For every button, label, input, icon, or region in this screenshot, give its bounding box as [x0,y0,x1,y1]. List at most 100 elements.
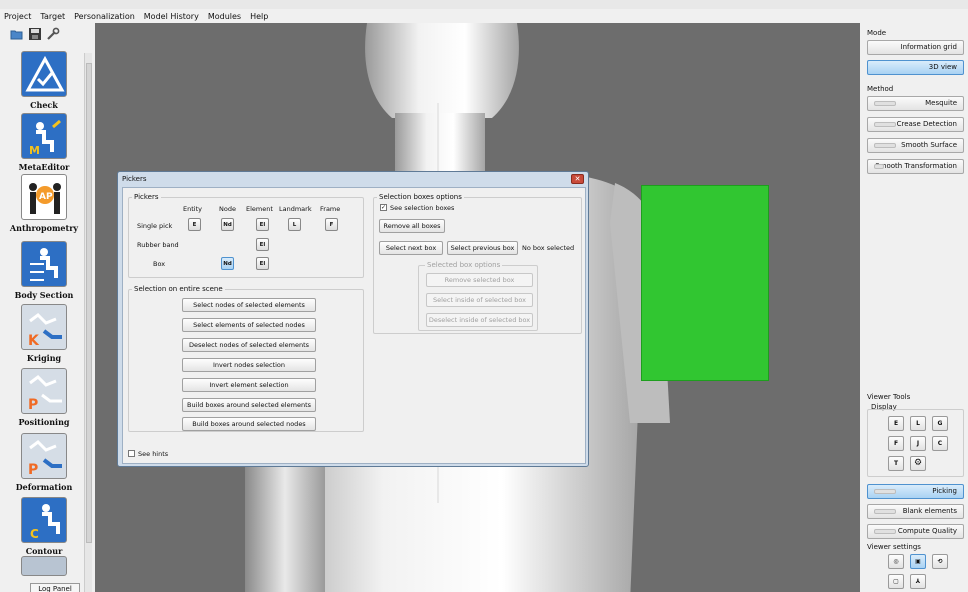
mesquite-label: Mesquite [925,99,957,107]
build-boxes-nodes-button[interactable]: Build boxes around selected nodes [182,417,316,431]
group-title: Selected box options [425,261,503,269]
menu-target[interactable]: Target [40,12,65,21]
module-contour[interactable]: C Contour [4,497,84,556]
camera-settings-icon[interactable]: ◎ [888,554,904,569]
display-landmark-button[interactable]: L [910,416,926,431]
display-joint-button[interactable]: J [910,436,926,451]
select-next-box-button[interactable]: Select next box [379,241,443,255]
module-kriging[interactable]: K Kriging [4,304,84,363]
information-grid-button[interactable]: Information grid [867,40,964,55]
smooth-transformation-button[interactable]: Smooth Transformation [867,159,964,174]
viewer-tools-label: Viewer Tools [867,393,911,401]
see-boxes-checkbox[interactable]: ✓ [380,204,387,211]
log-panel-button[interactable]: Log Panel [30,583,80,592]
smooth-surface-label: Smooth Surface [901,141,957,149]
mesquite-button[interactable]: Mesquite [867,96,964,111]
close-icon[interactable]: ✕ [571,174,584,184]
window-top-strip [0,0,968,9]
compute-quality-button[interactable]: Compute Quality [867,524,964,539]
deselect-nodes-of-elements-button[interactable]: Deselect nodes of selected elements [182,338,316,352]
select-inside-box-button[interactable]: Select inside of selected box [426,293,533,307]
toggle-indicator [874,122,896,127]
reset-view-icon[interactable]: ⟲ [932,554,948,569]
display-frame-button[interactable]: F [888,436,904,451]
single-pick-frame-icon[interactable]: F [325,218,338,231]
invert-nodes-selection-button[interactable]: Invert nodes selection [182,358,316,372]
select-nodes-of-elements-button[interactable]: Select nodes of selected elements [182,298,316,312]
menu-model-history[interactable]: Model History [144,12,199,21]
display-contour-button[interactable]: C [932,436,948,451]
3d-view-button[interactable]: 3D view [867,60,964,75]
smooth-transformation-label: Smooth Transformation [875,162,957,170]
module-next[interactable] [4,556,84,576]
method-label: Method [867,85,894,93]
wrench-icon[interactable] [46,27,60,41]
module-anthropometry[interactable]: AP Anthropometry [4,174,84,233]
toggle-indicator [874,509,896,514]
display-t-button[interactable]: T [888,456,904,471]
single-pick-entity-icon[interactable]: E [188,218,201,231]
toggle-indicator [874,164,884,169]
module-body-section[interactable]: Body Section [4,241,84,300]
group-title: Selection on entire scene [132,285,225,293]
box-element-icon[interactable]: El [256,257,269,270]
scrollbar-thumb[interactable] [86,63,92,543]
menu-help[interactable]: Help [250,12,268,21]
menu-modules[interactable]: Modules [208,12,241,21]
single-pick-landmark-icon[interactable]: L [288,218,301,231]
column-element: Element [246,205,273,213]
dialog-title: Pickers [122,175,147,183]
menu-personalization[interactable]: Personalization [74,12,135,21]
svg-text:K: K [28,333,40,349]
column-node: Node [219,205,236,213]
single-pick-node-icon[interactable]: Nd [221,218,234,231]
selected-box-options-group: Selected box options Remove selected box… [418,261,538,331]
module-check[interactable]: Check [4,51,84,110]
picking-button[interactable]: Picking [867,484,964,499]
pickers-group: Pickers Entity Node Element Landmark Fra… [128,193,364,278]
toggle-indicator [874,529,896,534]
build-boxes-elements-button[interactable]: Build boxes around selected elements [182,398,316,412]
blank-elements-button[interactable]: Blank elements [867,504,964,519]
rubber-band-label: Rubber band [137,241,179,249]
menu-project[interactable]: Project [4,12,31,21]
group-title: Pickers [132,193,161,201]
see-hints-checkbox[interactable] [128,450,135,457]
smooth-surface-button[interactable]: Smooth Surface [867,138,964,153]
group-title: Selection boxes options [377,193,464,201]
single-pick-element-icon[interactable]: El [256,218,269,231]
open-folder-icon[interactable] [10,27,24,41]
crease-detection-button[interactable]: Crease Detection [867,117,964,132]
svg-text:C: C [30,527,39,541]
quick-toolbar [10,27,60,41]
remove-all-boxes-button[interactable]: Remove all boxes [379,219,445,233]
scene-selection-group: Selection on entire scene Select nodes o… [128,285,364,432]
viewer-frame-icon[interactable]: ▣ [910,554,926,569]
box-node-icon[interactable]: Nd [221,257,234,270]
display-entity-button[interactable]: E [888,416,904,431]
pickers-dialog: Pickers ✕ Pickers Entity Node Element La… [117,171,589,467]
select-previous-box-button[interactable]: Select previous box [447,241,518,255]
axes-icon[interactable]: ⅄ [910,574,926,589]
rubber-band-element-icon[interactable]: El [256,238,269,251]
module-positioning[interactable]: P Positioning [4,368,84,427]
module-label: Contour [25,546,63,556]
svg-text:P: P [28,397,38,413]
module-deformation[interactable]: P Deformation [4,433,84,492]
save-icon[interactable] [28,27,42,41]
deselect-inside-box-button[interactable]: Deselect inside of selected box [426,313,533,327]
selection-box[interactable] [641,185,769,381]
svg-text:M: M [29,144,40,157]
remove-selected-box-button[interactable]: Remove selected box [426,273,533,287]
sidebar-scrollbar[interactable] [84,53,92,592]
display-g-button[interactable]: G [932,416,948,431]
compute-quality-label: Compute Quality [897,527,957,535]
select-elements-of-nodes-button[interactable]: Select elements of selected nodes [182,318,316,332]
screenshot-icon[interactable]: ▢ [888,574,904,589]
gear-icon[interactable]: ⚙ [910,456,926,471]
module-metaeditor[interactable]: M MetaEditor [4,113,84,172]
menu-bar: Project Target Personalization Model His… [0,9,968,23]
invert-element-selection-button[interactable]: Invert element selection [182,378,316,392]
column-entity: Entity [183,205,202,213]
module-label: Body Section [14,290,74,300]
